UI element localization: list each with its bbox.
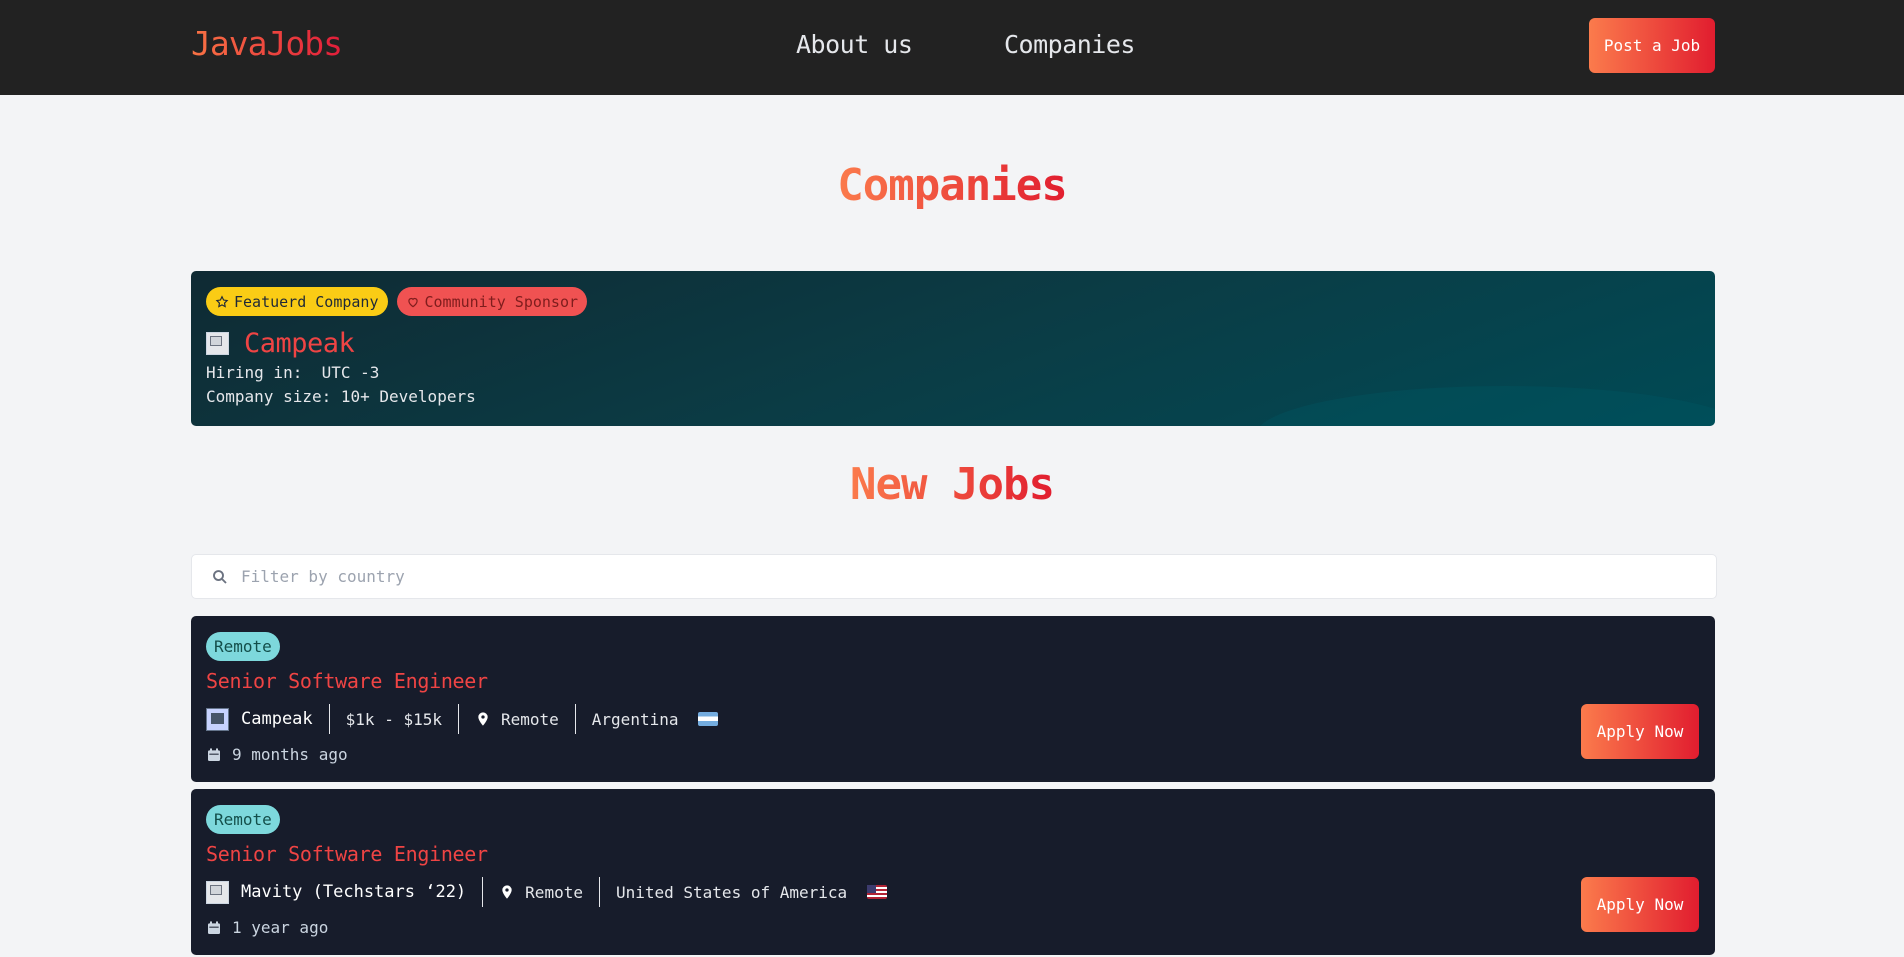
job-location: Remote xyxy=(483,883,599,902)
site-logo[interactable]: JavaJobs xyxy=(191,24,343,63)
companies-heading: Companies xyxy=(0,160,1904,211)
companies-heading-text: Companies xyxy=(837,160,1067,211)
company-name[interactable]: Campeak xyxy=(244,328,355,359)
heart-icon xyxy=(407,297,418,307)
job-posted-date: 1 year ago xyxy=(206,918,328,937)
country-filter-input[interactable] xyxy=(241,567,1641,586)
job-company-name[interactable]: Mavity (Techstars ‘22) xyxy=(241,882,482,902)
job-title[interactable]: Senior Software Engineer xyxy=(206,842,488,866)
apply-now-button[interactable]: Apply Now xyxy=(1581,704,1699,759)
company-name-row: Campeak xyxy=(206,328,355,359)
job-country-label: United States of America xyxy=(615,882,848,902)
job-title[interactable]: Senior Software Engineer xyxy=(206,669,488,693)
navbar: JavaJobs About us Companies Post a Job xyxy=(0,0,1904,95)
remote-tag: Remote xyxy=(206,805,280,834)
calendar-icon xyxy=(208,747,220,761)
featured-company-badge: Featuerd Company xyxy=(206,287,388,316)
sponsor-badge-label: Community Sponsor xyxy=(424,292,579,311)
job-location: Remote xyxy=(459,710,575,729)
job-posted-label: 9 months ago xyxy=(232,745,348,764)
nav-link-companies[interactable]: Companies xyxy=(1004,30,1135,59)
job-details-row: Campeak $1k - $15k Remote Argentina xyxy=(206,704,734,734)
job-card[interactable]: Remote Senior Software Engineer Campeak … xyxy=(191,616,1715,782)
community-sponsor-badge: Community Sponsor xyxy=(396,287,588,316)
job-card[interactable]: Remote Senior Software Engineer Mavity (… xyxy=(191,789,1715,955)
job-salary: $1k - $15k xyxy=(345,709,442,729)
apply-now-button[interactable]: Apply Now xyxy=(1581,877,1699,932)
job-country: Argentina xyxy=(576,710,735,729)
job-details-row: Mavity (Techstars ‘22) Remote United Sta… xyxy=(206,877,903,907)
new-jobs-heading-text: New Jobs xyxy=(850,459,1055,510)
company-badges: Featuerd Company Community Sponsor xyxy=(206,287,588,316)
card-background-wave xyxy=(1255,386,1715,426)
company-logo xyxy=(206,332,229,355)
usa-flag-icon xyxy=(867,885,888,899)
country-filter xyxy=(191,554,1717,599)
nav-link-about-us[interactable]: About us xyxy=(796,30,913,59)
job-location-label: Remote xyxy=(500,709,559,729)
calendar-icon xyxy=(208,920,220,934)
post-a-job-button[interactable]: Post a Job xyxy=(1589,18,1715,73)
map-pin-icon xyxy=(502,885,512,899)
company-size: Company size: 10+ Developers xyxy=(206,387,476,406)
map-pin-icon xyxy=(478,712,488,726)
job-company-name[interactable]: Campeak xyxy=(241,709,329,729)
job-posted-label: 1 year ago xyxy=(232,918,329,937)
featured-badge-label: Featuerd Company xyxy=(234,292,379,311)
company-logo xyxy=(206,880,229,904)
argentina-flag-icon xyxy=(698,712,719,726)
star-icon xyxy=(215,294,229,308)
new-jobs-heading: New Jobs xyxy=(0,459,1904,510)
job-country-label: Argentina xyxy=(591,709,679,729)
job-country: United States of America xyxy=(600,883,903,902)
job-posted-date: 9 months ago xyxy=(206,745,348,764)
featured-company-card[interactable]: Featuerd Company Community Sponsor Campe… xyxy=(191,271,1715,426)
job-location-label: Remote xyxy=(525,882,583,902)
company-logo xyxy=(206,707,229,731)
company-hiring-in: Hiring in: UTC -3 xyxy=(206,363,380,382)
remote-tag: Remote xyxy=(206,632,280,661)
search-icon xyxy=(213,569,227,584)
